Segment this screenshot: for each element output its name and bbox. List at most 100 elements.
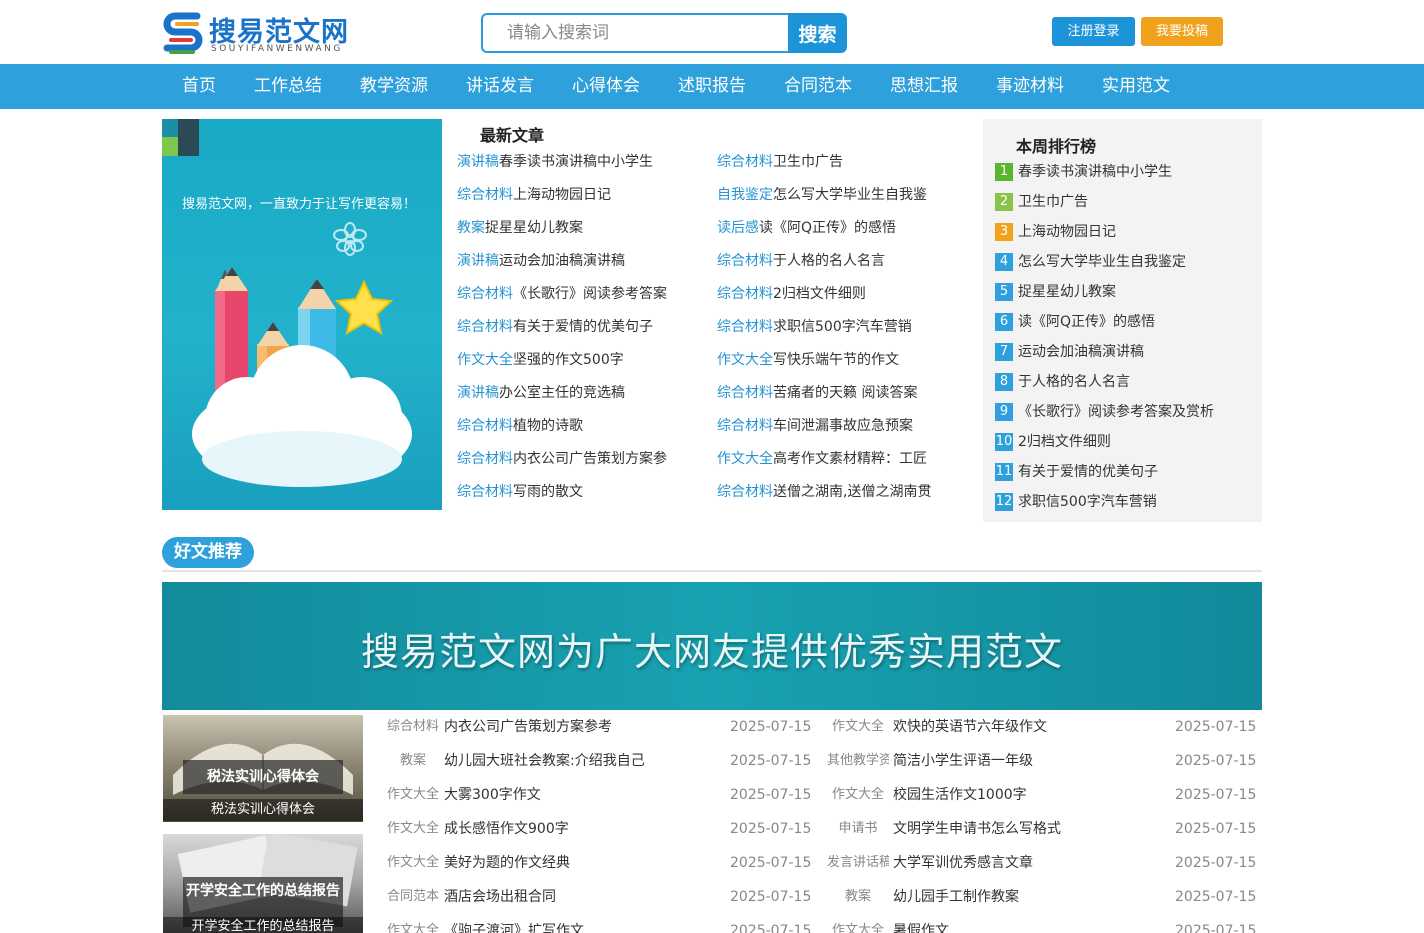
nav-item-contracts[interactable]: 合同范本 [765,64,871,109]
latest-item-category[interactable]: 综合材料 [717,484,773,500]
latest-item-title[interactable]: 捉星星幼儿教案 [485,220,583,236]
recommend-row[interactable]: 作文大全 校园生活作文1000字 2025-07-15 [827,778,1257,812]
row-title[interactable]: 《驹子渡河》扩写作文 [444,914,584,933]
latest-item-title[interactable]: 《长歌行》阅读参考答案 [513,286,667,302]
latest-item[interactable]: 综合材料卫生巾广告 [717,146,843,179]
latest-item-title[interactable]: 写雨的散文 [513,484,583,500]
nav-item-home[interactable]: 首页 [163,64,235,109]
nav-item-reflections[interactable]: 心得体会 [553,64,659,109]
row-title[interactable]: 文明学生申请书怎么写格式 [893,812,1061,846]
latest-item-category[interactable]: 综合材料 [457,286,513,302]
row-category[interactable]: 作文大全 [382,914,444,933]
latest-item-category[interactable]: 演讲稿 [457,385,499,401]
latest-item-category[interactable]: 综合材料 [457,451,513,467]
nav-item-practical[interactable]: 实用范文 [1083,64,1189,109]
latest-item-category[interactable]: 演讲稿 [457,253,499,269]
row-category[interactable]: 作文大全 [382,846,444,880]
latest-item-title[interactable]: 写快乐端午节的作文 [773,352,899,368]
latest-item[interactable]: 综合材料有关于爱情的优美句子 [457,311,653,344]
latest-item[interactable]: 演讲稿运动会加油稿演讲稿 [457,245,625,278]
latest-item[interactable]: 综合材料2归档文件细则 [717,278,866,311]
slider-dots-icon[interactable] [162,119,199,156]
latest-item-title[interactable]: 高考作文素材精粹：工匠 [773,451,927,467]
row-category[interactable]: 合同范本 [382,880,444,914]
recommend-row[interactable]: 综合材料 内衣公司广告策划方案参考 2025-07-15 [382,710,812,744]
latest-item-category[interactable]: 综合材料 [457,319,513,335]
latest-item-category[interactable]: 综合材料 [717,418,773,434]
search-button[interactable]: 搜索 [788,13,847,53]
latest-item-category[interactable]: 作文大全 [457,352,513,368]
latest-item[interactable]: 综合材料求职信500字汽车营销 [717,311,912,344]
latest-item[interactable]: 综合材料送僧之湖南,送僧之湖南贯 [717,476,931,509]
latest-item[interactable]: 综合材料于人格的名人名言 [717,245,885,278]
latest-item-category[interactable]: 综合材料 [717,286,773,302]
recommend-row[interactable]: 申请书 文明学生申请书怎么写格式 2025-07-15 [827,812,1257,846]
row-category[interactable]: 申请书 [827,812,889,846]
ranking-item[interactable]: 2 卫生巾广告 [995,187,1214,217]
latest-item-title[interactable]: 怎么写大学毕业生自我鉴 [773,187,927,203]
ranking-item-title[interactable]: 卫生巾广告 [1018,187,1088,217]
ranking-item-title[interactable]: 于人格的名人名言 [1018,367,1130,397]
latest-item[interactable]: 作文大全坚强的作文500字 [457,344,624,377]
latest-item-category[interactable]: 综合材料 [717,154,773,170]
search-input[interactable] [481,13,789,53]
latest-item-title[interactable]: 苦痛者的天籁 阅读答案 [773,385,917,401]
recommend-row[interactable]: 其他教学资 简洁小学生评语一年级 2025-07-15 [827,744,1257,778]
row-title[interactable]: 大雾300字作文 [444,778,541,812]
latest-item-category[interactable]: 综合材料 [717,319,773,335]
latest-item[interactable]: 作文大全写快乐端午节的作文 [717,344,899,377]
recommend-row[interactable]: 教案 幼儿园大班社会教案:介绍我自己 2025-07-15 [382,744,812,778]
latest-item-category[interactable]: 综合材料 [457,484,513,500]
latest-item-category[interactable]: 综合材料 [717,385,773,401]
latest-item-category[interactable]: 演讲稿 [457,154,499,170]
latest-item[interactable]: 自我鉴定怎么写大学毕业生自我鉴 [717,179,927,212]
ranking-item-title[interactable]: 春季读书演讲稿中小学生 [1018,157,1172,187]
row-title[interactable]: 幼儿园大班社会教案:介绍我自己 [444,744,645,778]
latest-item-category[interactable]: 作文大全 [717,352,773,368]
nav-item-deeds[interactable]: 事迹材料 [977,64,1083,109]
latest-item-category[interactable]: 综合材料 [457,187,513,203]
latest-item[interactable]: 综合材料车间泄漏事故应急预案 [717,410,913,443]
row-category[interactable]: 作文大全 [827,710,889,744]
row-title[interactable]: 美好为题的作文经典 [444,846,570,880]
row-category[interactable]: 发言讲话稿 [827,846,889,880]
hero-banner[interactable]: 搜易范文网，一直致力于让写作更容易！ [162,119,442,510]
ranking-item[interactable]: 8 于人格的名人名言 [995,367,1214,397]
latest-item-category[interactable]: 综合材料 [717,253,773,269]
latest-item[interactable]: 读后感读《阿Q正传》的感悟 [717,212,896,245]
row-category[interactable]: 教案 [827,880,889,914]
submit-article-button[interactable]: 我要投稿 [1141,17,1223,46]
row-title[interactable]: 酒店会场出租合同 [444,880,556,914]
ranking-item[interactable]: 6 读《阿Q正传》的感悟 [995,307,1214,337]
recommend-row[interactable]: 作文大全 《驹子渡河》扩写作文 2025-07-15 [382,914,812,933]
latest-item-title[interactable]: 读《阿Q正传》的感悟 [759,220,896,236]
latest-item-category[interactable]: 教案 [457,220,485,236]
recommend-row[interactable]: 作文大全 成长感悟作文900字 2025-07-15 [382,812,812,846]
ranking-item[interactable]: 10 2归档文件细则 [995,427,1214,457]
recommend-row[interactable]: 教案 幼儿园手工制作教案 2025-07-15 [827,880,1257,914]
latest-item-title[interactable]: 有关于爱情的优美句子 [513,319,653,335]
latest-item[interactable]: 综合材料《长歌行》阅读参考答案 [457,278,667,311]
latest-item-title[interactable]: 求职信500字汽车营销 [773,319,912,335]
nav-item-speeches[interactable]: 讲话发言 [447,64,553,109]
recommend-row[interactable]: 作文大全 美好为题的作文经典 2025-07-15 [382,846,812,880]
nav-item-duty-reports[interactable]: 述职报告 [659,64,765,109]
row-category[interactable]: 作文大全 [827,778,889,812]
row-category[interactable]: 其他教学资 [827,744,889,778]
latest-item[interactable]: 综合材料内衣公司广告策划方案参 [457,443,667,476]
row-title[interactable]: 暑假作文 [893,914,949,933]
latest-item-category[interactable]: 综合材料 [457,418,513,434]
recommend-row[interactable]: 作文大全 大雾300字作文 2025-07-15 [382,778,812,812]
ranking-item-title[interactable]: 读《阿Q正传》的感悟 [1018,307,1155,337]
latest-item-category[interactable]: 读后感 [717,220,759,236]
ranking-item[interactable]: 7 运动会加油稿演讲稿 [995,337,1214,367]
login-register-button[interactable]: 注册登录 [1052,17,1135,46]
latest-item-title[interactable]: 车间泄漏事故应急预案 [773,418,913,434]
ranking-item-title[interactable]: 上海动物园日记 [1018,217,1116,247]
row-title[interactable]: 校园生活作文1000字 [893,778,1027,812]
ranking-item[interactable]: 5 捉星星幼儿教案 [995,277,1214,307]
latest-item[interactable]: 教案捉星星幼儿教案 [457,212,583,245]
row-category[interactable]: 教案 [382,744,444,778]
latest-item-title[interactable]: 2归档文件细则 [773,286,866,302]
recommend-row[interactable]: 合同范本 酒店会场出租合同 2025-07-15 [382,880,812,914]
